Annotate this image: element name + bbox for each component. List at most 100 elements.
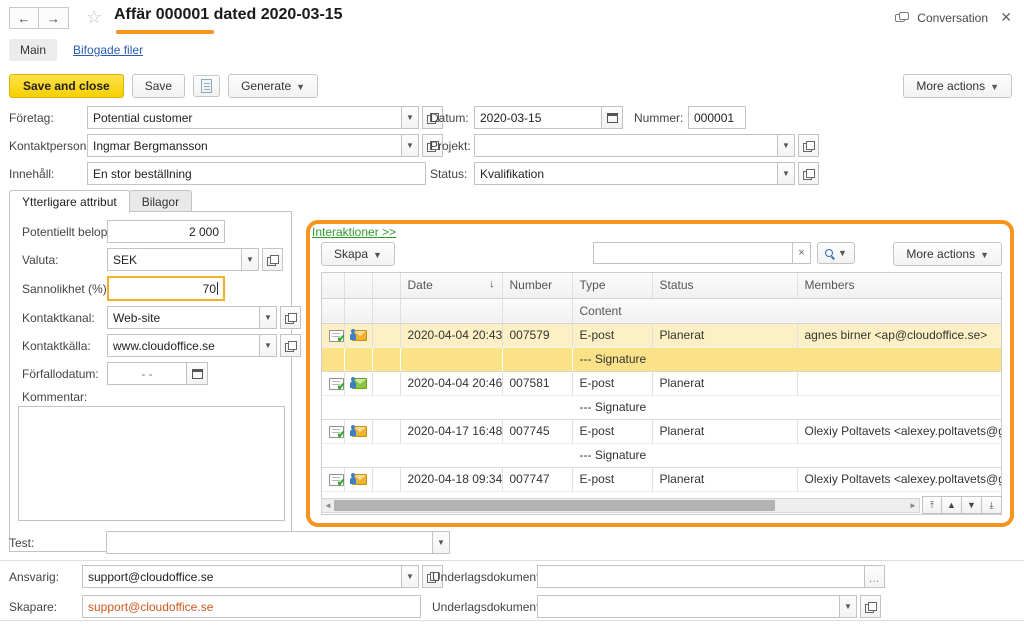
potentiellt-belopp-input[interactable]: 2 000 [107,220,225,243]
projekt-dropdown-icon[interactable]: ▼ [778,134,795,157]
scroll-right-icon[interactable]: ► [907,501,919,510]
row-note-cell[interactable]: ✔ [322,371,345,396]
forward-icon[interactable]: → [39,7,69,29]
search-clear-icon[interactable]: × [793,242,811,264]
table-row-content[interactable]: --- Signature [322,395,1001,420]
row-mail-cell[interactable] [344,419,373,444]
col-date[interactable]: Date ↓ [400,273,503,299]
row-flag-cell[interactable] [372,419,401,444]
cell-spacer5 [502,395,572,420]
kontaktkalla-open-button[interactable] [280,334,301,357]
row-mail-cell[interactable] [344,323,373,348]
kontaktperson-dropdown-icon[interactable]: ▼ [402,134,419,157]
nav-up-button[interactable]: ▲ [942,496,962,514]
col-type[interactable]: Type [572,273,653,299]
back-icon[interactable]: ← [9,7,39,29]
search-input[interactable] [593,242,793,264]
underlagsdokument1-input[interactable] [537,565,865,588]
underlagsdokument2-input[interactable] [537,595,840,618]
datum-calendar-button[interactable] [602,106,623,129]
tab-bifogade-filer[interactable]: Bifogade filer [71,39,145,61]
generate-button[interactable]: Generate ▼ [228,74,319,98]
row-note-cell[interactable]: ✔ [322,419,345,444]
datum-input[interactable]: 2020-03-15 [474,106,602,129]
save-and-close-button[interactable]: Save and close [9,74,124,98]
kontaktkanal-input[interactable]: Web-site [107,306,260,329]
row-flag-cell[interactable] [372,371,401,396]
projekt-input[interactable] [474,134,778,157]
col-number[interactable]: Number [502,273,573,299]
col-icon1[interactable] [322,273,345,299]
interactions-more-actions-button[interactable]: More actions ▼ [893,242,1002,266]
horizontal-scrollbar[interactable]: ◄ ► [321,497,920,513]
table-row[interactable]: ✔ 2020-04-18 09:34007747E-postPlaneratOle… [322,467,1001,492]
row-note-cell[interactable]: ✔ [322,467,345,492]
row-note-cell[interactable]: ✔ [322,323,345,348]
valuta-input[interactable]: SEK [107,248,242,271]
foretag-dropdown-icon[interactable]: ▼ [402,106,419,129]
foretag-label: Företag: [9,110,54,125]
tab-main[interactable]: Main [9,39,58,61]
skapare-input[interactable]: support@cloudoffice.se [82,595,421,618]
col-members[interactable]: Members [797,273,1001,299]
row-mail-cell[interactable] [344,467,373,492]
valuta-open-button[interactable] [262,248,283,271]
table-row[interactable]: ✔ 2020-04-04 20:43007579E-postPlaneratagn… [322,323,1001,348]
col-icon2[interactable] [344,273,373,299]
status-input[interactable]: Kvalifikation [474,162,778,185]
print-document-button[interactable] [193,74,221,98]
more-actions-top-button[interactable]: More actions ▼ [903,74,1012,98]
save-button[interactable]: Save [131,74,186,98]
test-dropdown-icon[interactable]: ▼ [433,531,450,554]
projekt-open-button[interactable] [798,134,819,157]
underlagsdokument2-open-button[interactable] [860,595,881,618]
close-icon[interactable]: ✕ [1000,9,1012,25]
forfallodatum-input[interactable]: - - [107,362,187,385]
col-status[interactable]: Status [652,273,798,299]
action-toolbar: Save and close Save Generate ▼ [9,74,319,98]
forfallodatum-calendar-button[interactable] [187,362,208,385]
conversation-button[interactable]: Conversation [895,11,988,25]
valuta-dropdown-icon[interactable]: ▼ [242,248,259,271]
row-flag-cell[interactable] [372,323,401,348]
row-flag-cell[interactable] [372,467,401,492]
sannolikhet-input[interactable]: 70 [107,276,225,301]
test-label: Test: [9,535,35,550]
kommentar-textarea[interactable] [18,406,285,521]
foretag-input[interactable]: Potential customer [87,106,402,129]
test-input[interactable] [106,531,433,554]
tab-ytterligare-attribut[interactable]: Ytterligare attribut [9,190,130,213]
kontaktkanal-open-button[interactable] [280,306,301,329]
status-open-button[interactable] [798,162,819,185]
kontaktkalla-input[interactable]: www.cloudoffice.se [107,334,260,357]
underlagsdokument1-browse-button[interactable]: … [865,565,885,588]
skapa-button[interactable]: Skapa ▼ [321,242,395,266]
table-row[interactable]: ✔ 2020-04-04 20:46007581E-postPlanerat [322,371,1001,396]
ansvarig-dropdown-icon[interactable]: ▼ [402,565,419,588]
row-mail-cell[interactable] [344,371,373,396]
nav-down-button[interactable]: ▼ [962,496,982,514]
cell-spacer5 [502,443,572,468]
interaktioner-link[interactable]: Interaktioner >> [312,225,396,239]
nummer-input[interactable]: 000001 [688,106,746,129]
scroll-left-icon[interactable]: ◄ [322,501,334,510]
subcol-content[interactable]: Content [572,298,1001,324]
search-button[interactable]: ▼ [817,242,855,264]
table-row-content[interactable]: --- Signature [322,347,1001,372]
table-row[interactable]: ✔ 2020-04-17 16:48007745E-postPlaneratOle… [322,419,1001,444]
kontaktkanal-dropdown-icon[interactable]: ▼ [260,306,277,329]
favorite-star-icon[interactable]: ☆ [86,8,102,26]
col-icon3[interactable] [372,273,401,299]
nav-first-button[interactable]: ⤒ [922,496,942,514]
scroll-thumb[interactable] [334,499,776,511]
tab-bilagor[interactable]: Bilagor [128,190,193,213]
scroll-track[interactable] [334,499,907,511]
status-dropdown-icon[interactable]: ▼ [778,162,795,185]
ansvarig-input[interactable]: support@cloudoffice.se [82,565,402,588]
underlagsdokument2-dropdown-icon[interactable]: ▼ [840,595,857,618]
nav-last-button[interactable]: ⤓ [982,496,1002,514]
table-row-content[interactable]: --- Signature [322,443,1001,468]
kontaktkalla-dropdown-icon[interactable]: ▼ [260,334,277,357]
kontaktperson-input[interactable]: Ingmar Bergmansson [87,134,402,157]
innehall-input[interactable]: En stor beställning [87,162,426,185]
